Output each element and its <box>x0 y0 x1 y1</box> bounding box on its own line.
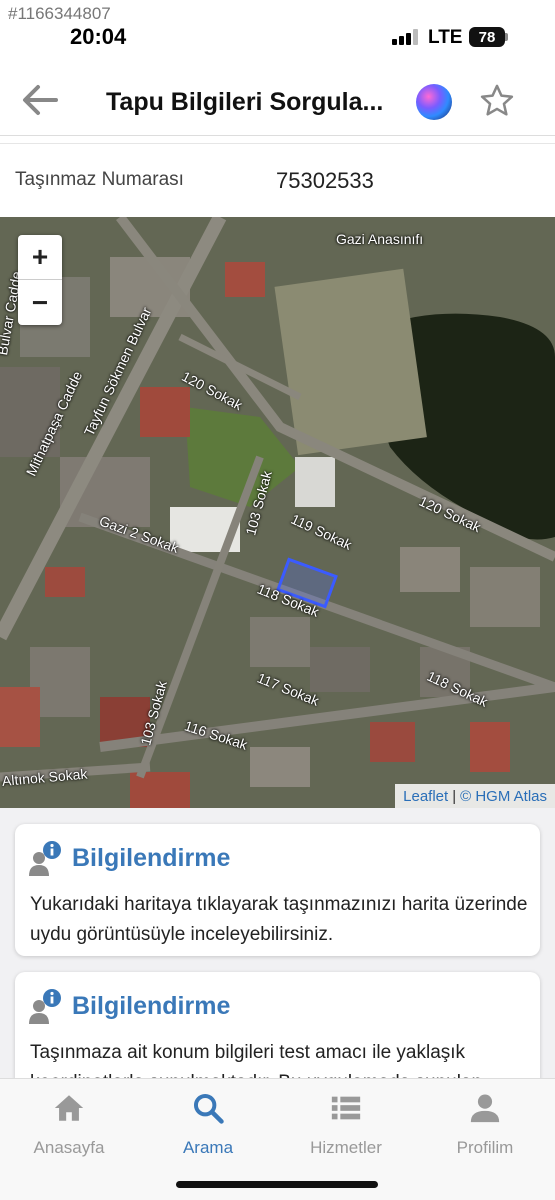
tab-label: Anasayfa <box>33 1138 105 1157</box>
search-icon <box>193 1093 224 1124</box>
cellular-signal-icon <box>392 29 420 45</box>
attribution-separator: | <box>452 787 457 805</box>
map-zoom-control: + − <box>18 235 62 325</box>
zoom-out-button[interactable]: − <box>18 280 62 325</box>
battery-level: 78 <box>478 28 496 46</box>
battery-icon: 78 <box>469 27 505 47</box>
card-title: Bilgilendirme <box>72 992 231 1020</box>
map-attribution: Leaflet | © HGM Atlas <box>395 784 555 808</box>
map-label-gazi-anasinifi: Gazi Anasınıfı <box>336 231 424 247</box>
satellite-map[interactable]: Gazi Anasınıfı 120 Sokak 120 Sokak Mitha… <box>0 217 555 808</box>
status-bar: 20:04 LTE 78 <box>0 0 555 60</box>
favorite-button[interactable] <box>478 82 516 120</box>
card-text: Taşınmaza ait konum bilgileri test amacı… <box>30 1042 482 1078</box>
parcel-number-row: Taşınmaz Numarası 75302533 <box>0 143 555 217</box>
home-indicator[interactable] <box>176 1181 378 1188</box>
tab-label: Arama <box>182 1138 234 1157</box>
status-time: 20:04 <box>70 24 127 49</box>
battery-tip <box>505 33 508 41</box>
star-outline-icon <box>480 84 514 116</box>
satellite-imagery <box>0 217 555 808</box>
card-title: Bilgilendirme <box>72 844 231 872</box>
back-button[interactable] <box>20 82 60 118</box>
parcel-number-label: Taşınmaz Numarası <box>15 169 184 190</box>
parcel-number-value: 75302533 <box>276 168 374 193</box>
home-icon <box>54 1095 84 1121</box>
tab-profilim[interactable]: Profilim <box>430 1091 540 1161</box>
card-text: Yukarıdaki haritaya tıklayarak taşınmazı… <box>30 894 528 945</box>
tab-arama[interactable]: Arama <box>153 1091 263 1161</box>
page-title: Tapu Bilgileri Sorgula... <box>106 88 384 116</box>
list-icon <box>331 1096 361 1120</box>
zoom-in-button[interactable]: + <box>18 235 62 280</box>
network-type: LTE <box>428 27 463 48</box>
info-card: Bilgilendirme Yukarıdaki haritaya tıklay… <box>15 824 540 956</box>
tab-label: Hizmetler <box>310 1138 382 1157</box>
hgm-atlas-link[interactable]: © HGM Atlas <box>460 788 547 805</box>
leaflet-link[interactable]: Leaflet <box>403 788 448 805</box>
info-cards-container[interactable]: Bilgilendirme Yukarıdaki haritaya tıklay… <box>0 808 555 1078</box>
tab-hizmetler[interactable]: Hizmetler <box>291 1091 401 1161</box>
user-icon <box>470 1094 500 1123</box>
tab-anasayfa[interactable]: Anasayfa <box>14 1091 124 1161</box>
tab-label: Profilim <box>456 1138 514 1157</box>
siri-icon[interactable] <box>416 84 452 120</box>
info-card: Bilgilendirme Taşınmaza ait konum bilgil… <box>15 972 540 1078</box>
app-header: Tapu Bilgileri Sorgula... <box>0 66 555 136</box>
arrow-left-icon <box>23 85 58 115</box>
